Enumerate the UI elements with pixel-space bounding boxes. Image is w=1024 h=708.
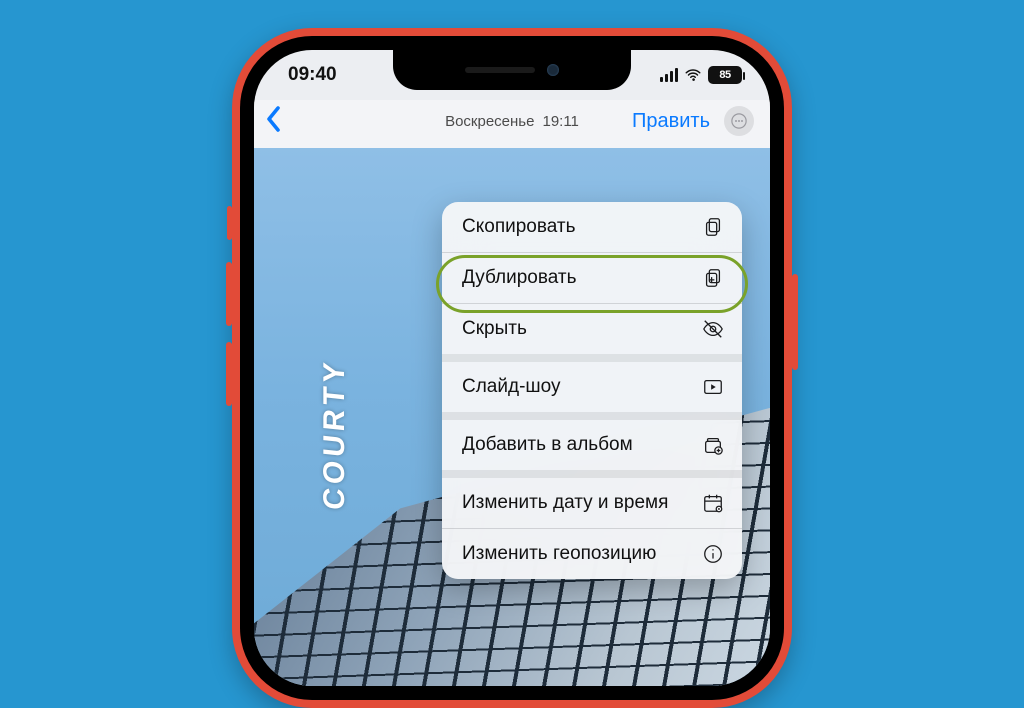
add-to-album-icon: [702, 434, 724, 456]
menu-item-hide[interactable]: Скрыть: [442, 304, 742, 354]
menu-item-add-to-album[interactable]: Добавить в альбом: [442, 420, 742, 470]
volume-up: [226, 262, 232, 326]
nav-time: 19:11: [542, 113, 578, 130]
screen: 09:40 85: [254, 50, 770, 686]
mute-switch: [227, 206, 232, 240]
menu-item-copy[interactable]: Скопировать: [442, 202, 742, 252]
nav-title: Воскресенье 19:11: [445, 113, 579, 130]
menu-item-adjust-location[interactable]: Изменить геопозицию: [442, 529, 742, 579]
wifi-icon: [684, 66, 702, 84]
menu-item-slideshow[interactable]: Слайд-шоу: [442, 362, 742, 412]
photo-sign-text: COURTY: [318, 357, 352, 511]
battery-icon: 85: [708, 66, 742, 84]
duplicate-icon: [702, 267, 724, 289]
phone-frame: 09:40 85: [232, 28, 792, 708]
cellular-signal-icon: [660, 68, 678, 82]
menu-item-adjust-date[interactable]: Изменить дату и время: [442, 478, 742, 528]
hide-icon: [702, 318, 724, 340]
context-menu: Скопировать Дублировать Скрыть: [442, 202, 742, 579]
more-button[interactable]: [724, 106, 754, 136]
nav-day: Воскресенье: [445, 113, 534, 130]
nav-right: Править: [632, 106, 754, 136]
menu-item-duplicate[interactable]: Дублировать: [442, 253, 742, 303]
menu-label-slideshow: Слайд-шоу: [462, 376, 561, 398]
speaker-grille: [465, 67, 535, 73]
phone-bezel: 09:40 85: [240, 36, 784, 700]
front-camera: [547, 64, 559, 76]
status-icons: 85: [660, 66, 742, 84]
edit-button[interactable]: Править: [632, 110, 710, 133]
menu-label-duplicate: Дублировать: [462, 267, 577, 289]
volume-down: [226, 342, 232, 406]
back-button[interactable]: [264, 104, 284, 139]
battery-percent: 85: [719, 69, 730, 81]
menu-label-copy: Скопировать: [462, 216, 575, 238]
slideshow-icon: [702, 376, 724, 398]
notch: [393, 50, 631, 90]
nav-bar: Воскресенье 19:11 Править: [254, 100, 770, 148]
nav-left: [264, 104, 344, 139]
info-icon: [702, 543, 724, 565]
menu-label-hide: Скрыть: [462, 318, 527, 340]
power-button: [792, 274, 798, 370]
calendar-icon: [702, 492, 724, 514]
copy-icon: [702, 216, 724, 238]
menu-label-add-to-album: Добавить в альбом: [462, 434, 633, 456]
menu-label-adjust-location: Изменить геопозицию: [462, 543, 656, 565]
status-time: 09:40: [288, 64, 337, 86]
menu-label-adjust-date: Изменить дату и время: [462, 492, 668, 514]
